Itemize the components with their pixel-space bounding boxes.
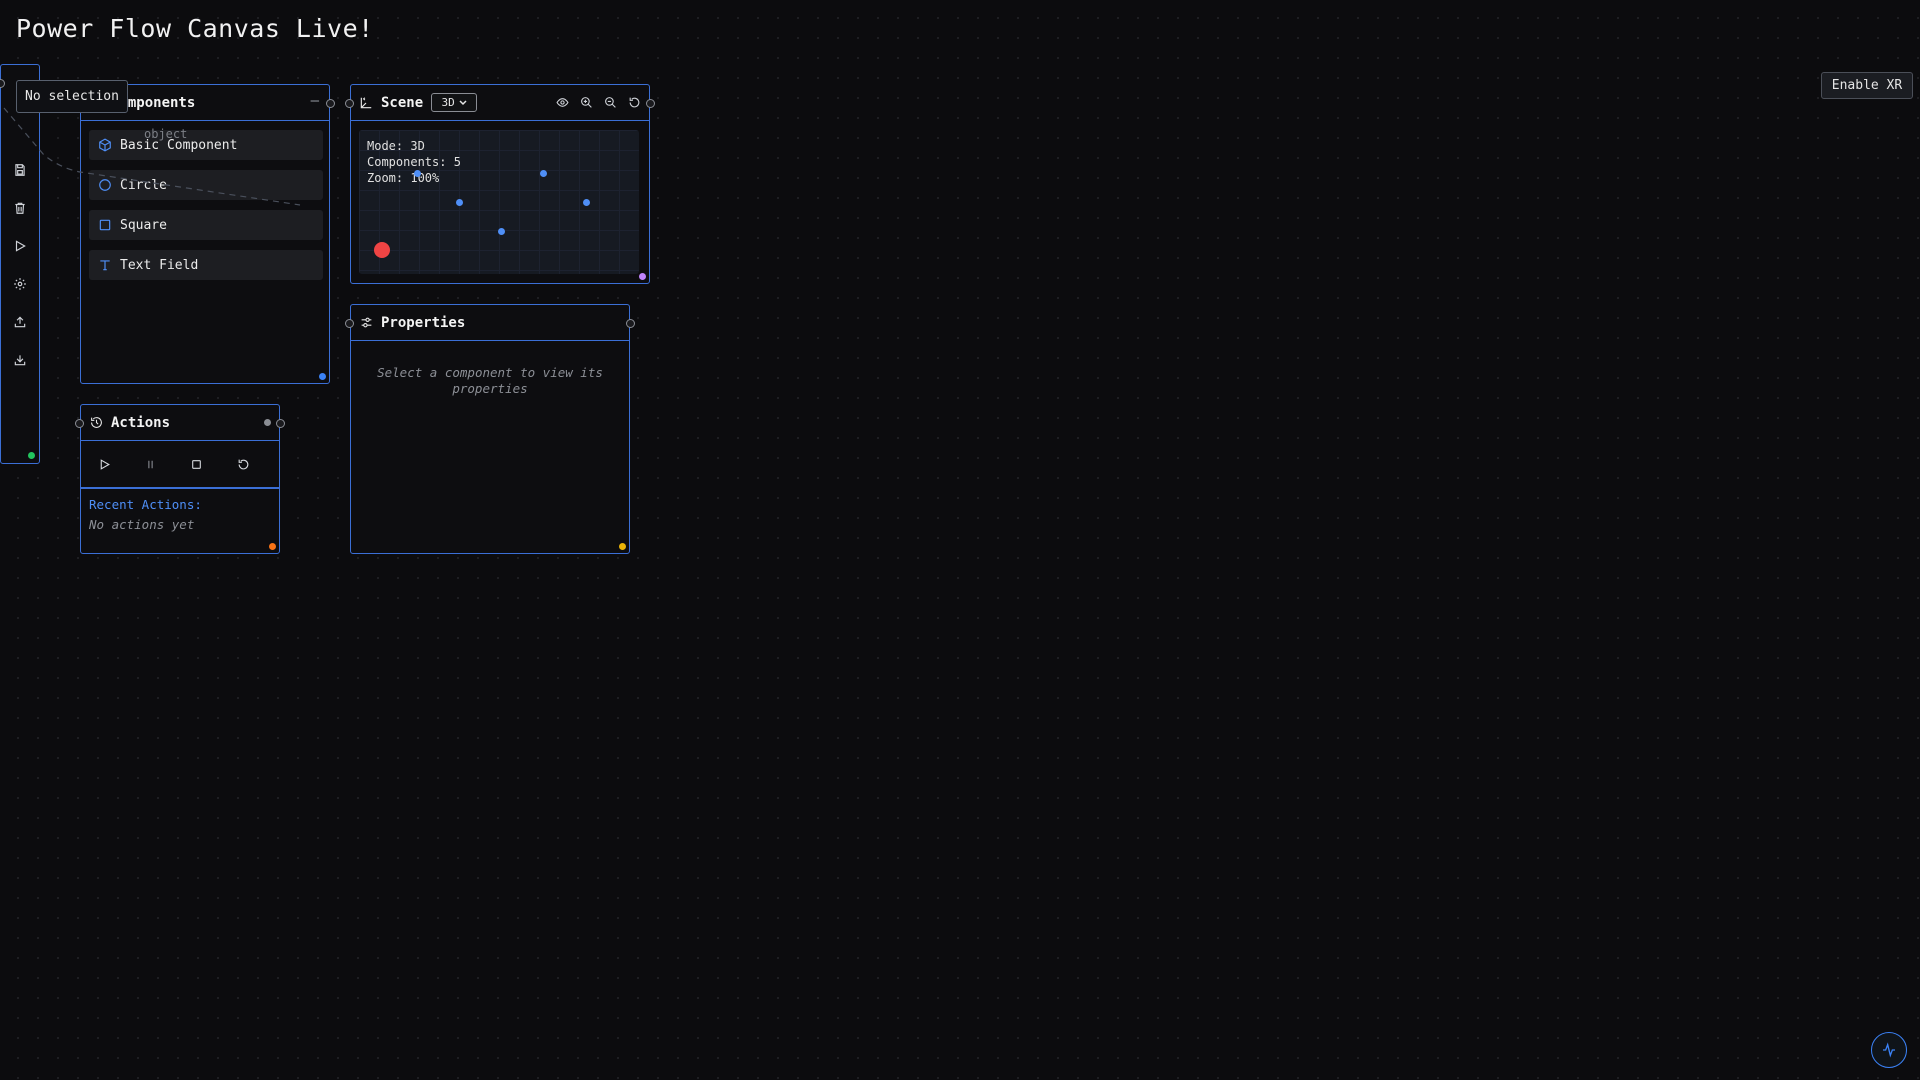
components-output-port[interactable] xyxy=(326,99,335,108)
axis-icon xyxy=(359,96,373,110)
sliders-icon xyxy=(359,316,373,330)
properties-panel-header[interactable]: Properties xyxy=(345,305,635,341)
component-item-label: Text Field xyxy=(120,257,199,273)
reset-icon[interactable] xyxy=(627,95,641,109)
upload-icon[interactable] xyxy=(13,314,27,328)
selection-tooltip: No selection xyxy=(16,80,128,113)
properties-output-port[interactable] xyxy=(626,319,635,328)
actions-panel-header[interactable]: Actions xyxy=(75,405,285,441)
chevron-down-icon xyxy=(459,99,467,105)
history-icon xyxy=(89,416,103,430)
scene-panel-header[interactable]: Scene 3D xyxy=(345,85,655,121)
actions-status-dot xyxy=(269,543,276,550)
eye-icon[interactable] xyxy=(555,95,569,109)
scene-info: Mode: 3D Components: 5 Zoom: 100% xyxy=(367,138,461,186)
activity-icon xyxy=(1883,1042,1895,1058)
pause-icon[interactable] xyxy=(142,456,158,472)
text-icon xyxy=(98,258,112,272)
scene-panel-title: Scene xyxy=(381,94,424,111)
connection-label: object xyxy=(144,127,188,141)
actions-input-port[interactable] xyxy=(75,419,84,428)
stop-icon[interactable] xyxy=(188,456,204,472)
scene-mode-text: Mode: 3D xyxy=(367,139,425,153)
download-icon[interactable] xyxy=(13,352,27,366)
scene-input-port[interactable] xyxy=(345,99,354,108)
scene-point[interactable] xyxy=(456,199,463,206)
scene-components-text: Components: 5 xyxy=(367,155,461,169)
play-icon[interactable] xyxy=(96,456,112,472)
properties-status-dot xyxy=(619,543,626,550)
reset-icon[interactable] xyxy=(235,456,251,472)
scene-status-dot xyxy=(639,273,646,280)
enable-xr-button[interactable]: Enable XR xyxy=(1821,72,1913,99)
square-icon xyxy=(98,218,112,232)
scene-mode-select[interactable]: 3D xyxy=(431,93,478,112)
actions-panel: Actions Recent Actions: No actions yet xyxy=(75,404,285,554)
play-icon[interactable] xyxy=(13,238,27,252)
properties-input-port[interactable] xyxy=(345,319,354,328)
zoom-out-icon[interactable] xyxy=(603,95,617,109)
actions-panel-title: Actions xyxy=(111,414,171,431)
components-status-dot xyxy=(319,373,326,380)
scene-output-port[interactable] xyxy=(646,99,655,108)
actions-indicator xyxy=(264,419,271,426)
camera-marker[interactable] xyxy=(374,242,390,258)
scene-point[interactable] xyxy=(414,170,421,177)
scene-point[interactable] xyxy=(540,170,547,177)
scene-mode-value: 3D xyxy=(441,96,455,109)
component-item-text-field[interactable]: Text Field xyxy=(89,250,323,280)
gear-icon[interactable] xyxy=(13,276,27,290)
scene-point[interactable] xyxy=(498,228,505,235)
scene-viewport[interactable]: Mode: 3D Components: 5 Zoom: 100% xyxy=(359,130,639,274)
scene-point[interactable] xyxy=(583,199,590,206)
activity-fab[interactable] xyxy=(1871,1032,1907,1068)
recent-actions-empty: No actions yet xyxy=(89,517,195,532)
recent-actions-label: Recent Actions: xyxy=(89,497,202,512)
status-dot xyxy=(28,452,35,459)
app-title: Power Flow Canvas Live! xyxy=(16,14,374,43)
properties-panel: Properties Select a component to view it… xyxy=(345,304,635,554)
properties-panel-title: Properties xyxy=(381,314,466,331)
properties-empty-text: Select a component to view its propertie… xyxy=(377,365,603,396)
actions-output-port[interactable] xyxy=(276,419,285,428)
zoom-in-icon[interactable] xyxy=(579,95,593,109)
actions-divider xyxy=(81,487,279,489)
scene-panel: Scene 3D Mode: 3D Components: 5 Zoom: 10… xyxy=(345,84,655,284)
